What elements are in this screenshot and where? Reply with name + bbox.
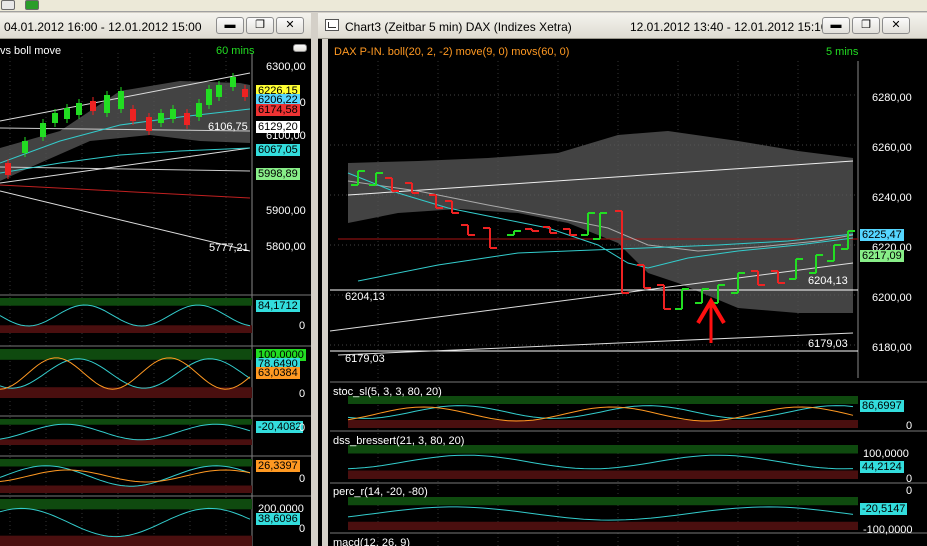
left-panel1-value: 84,1712 [256, 300, 300, 312]
left-panel4-axis: 0 [299, 473, 306, 485]
candle [206, 89, 212, 105]
right-price-axis-tick: 6260,00 [872, 142, 912, 154]
candle [90, 101, 96, 111]
left-price-chip: 5998,89 [256, 168, 300, 180]
perc-panel-value: -20,5147 [860, 503, 908, 515]
left-panel3-value: -20,4082 [256, 421, 304, 433]
indicator-line [0, 465, 251, 487]
candle [130, 109, 136, 121]
candle [146, 117, 152, 131]
left-chart-window: 04.01.2012 16:00 - 12.01.2012 15:00 ▬ ❐ … [0, 13, 311, 546]
right-price-axis-tick: 6280,00 [872, 92, 912, 104]
left-panel2-value: 63,0384 [256, 367, 300, 379]
oversold-zone [0, 439, 252, 445]
candle [158, 113, 164, 123]
stoc-panel-label: stoc_sl(5, 3, 3, 80, 20) [333, 386, 442, 398]
left-panel2-axis: 0 [299, 388, 306, 400]
left-panel5-axis: 0 [299, 523, 306, 535]
left-price-chip: 6067,05 [256, 144, 300, 156]
overbought-zone [0, 349, 252, 360]
oversold-zone [348, 420, 858, 428]
indicator-line [0, 358, 251, 389]
dss-panel-value: 44,2124 [860, 461, 904, 473]
left-panel5-value: 38,6096 [256, 513, 300, 525]
dss-panel-axis: 100,0000 [863, 448, 909, 460]
candle [118, 91, 124, 109]
right-price-chip: 6217,09 [860, 250, 904, 262]
indicator-line [347, 506, 854, 521]
candle [242, 89, 248, 97]
toolbar-button[interactable] [1, 0, 15, 10]
right-level-label: 6179,03 [345, 353, 385, 365]
left-panel4-value: 26,3397 [256, 460, 300, 472]
ma-line [0, 184, 251, 199]
candle [196, 103, 202, 117]
candle [104, 95, 110, 113]
overbought-zone [0, 459, 252, 467]
left-panel1-axis: 0 [299, 320, 306, 332]
left-price-axis-tick: 5800,00 [266, 241, 306, 253]
stoc-panel-value: 86,6997 [860, 400, 904, 412]
toolbar-go-icon[interactable] [25, 0, 39, 10]
candle [170, 109, 176, 119]
left-level-label: 6106,75 [208, 121, 248, 133]
level-line [0, 166, 251, 172]
indicator-line [0, 507, 251, 538]
oversold-zone [0, 387, 252, 398]
candle [216, 85, 222, 97]
candle [5, 163, 11, 175]
left-price-chip: 6129,20 [256, 121, 300, 133]
indicator-line [347, 454, 854, 470]
indicator-line [0, 357, 251, 390]
indicator-line [0, 304, 251, 327]
right-price-chip: 6225,47 [860, 229, 904, 241]
oversold-zone [0, 535, 252, 546]
stoc-panel-axis: 0 [906, 420, 913, 432]
overbought-zone [348, 497, 858, 506]
window-frame [322, 39, 328, 546]
indicator-line [0, 469, 251, 483]
overbought-zone [0, 298, 252, 306]
candle [52, 113, 58, 123]
candle [22, 141, 28, 153]
candle [64, 108, 70, 119]
dss-panel-axis: 0 [906, 473, 913, 485]
candle [76, 103, 82, 115]
left-panel3-axis: 0 [299, 422, 306, 434]
right-indicator-label: DAX P-IN. boll(20, 2, -2) move(9, 0) mov… [334, 46, 570, 58]
right-level-label: 6204,13 [808, 275, 848, 287]
oversold-zone [0, 485, 252, 493]
candle [40, 123, 46, 137]
left-price-axis-tick: 5900,00 [266, 205, 306, 217]
macd-panel-label: macd(12, 26, 9) [333, 537, 411, 546]
candle [184, 113, 190, 125]
oversold-zone [348, 470, 858, 479]
oversold-zone [348, 521, 858, 530]
left-price-axis-tick: 6300,00 [266, 61, 306, 73]
left-level-label: 5777,21 [209, 242, 249, 254]
right-level-label: 6179,03 [808, 338, 848, 350]
perc-panel-axis: 0 [906, 485, 913, 497]
right-level-label: 6204,13 [345, 291, 385, 303]
left-interval-label: 60 mins [216, 45, 255, 57]
oversold-zone [0, 325, 252, 333]
perc-panel-label: perc_r(14, -20, -80) [333, 486, 428, 498]
dss-panel-label: dss_bressert(21, 3, 80, 20) [333, 435, 465, 447]
right-price-axis-tick: 6200,00 [872, 292, 912, 304]
left-indicator-label: vs boll move [0, 45, 62, 57]
left-price-chip: 6174,58 [256, 104, 300, 116]
right-interval-label: 5 mins [826, 46, 859, 58]
right-price-axis-tick: 6180,00 [872, 342, 912, 354]
perc-panel-axis: -100,0000 [863, 524, 913, 536]
candle [230, 77, 236, 87]
indicator-line [0, 423, 251, 441]
right-chart-window: Chart3 (Zeitbar 5 min) DAX (Indizes Xetr… [318, 13, 927, 546]
trend-line [337, 332, 854, 356]
right-price-axis-tick: 6240,00 [872, 192, 912, 204]
left-collapse-button[interactable] [293, 44, 307, 52]
overbought-zone [0, 499, 252, 510]
top-toolbar-strip [0, 0, 927, 12]
